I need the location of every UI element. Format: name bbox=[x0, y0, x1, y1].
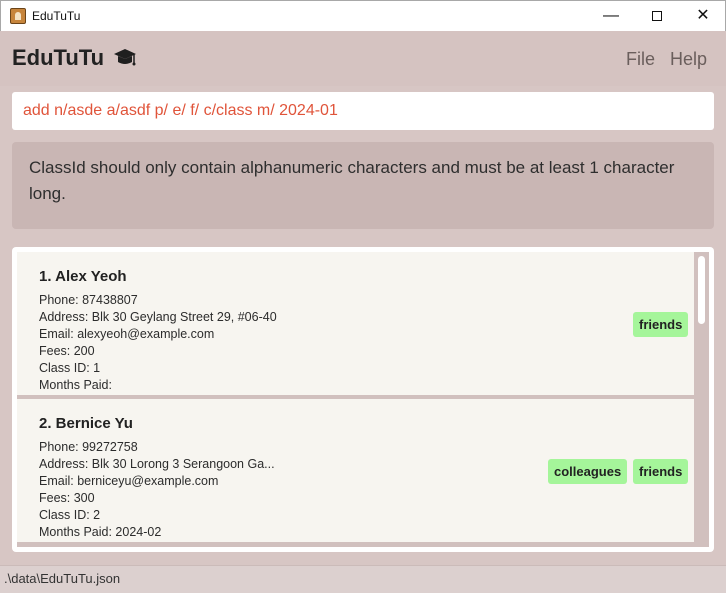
graduation-cap-icon bbox=[114, 49, 136, 66]
person-address: Address: Blk 30 Lorong 3 Serangoon Ga... bbox=[39, 457, 275, 471]
window-titlebar: EduTuTu — ✕ bbox=[0, 0, 726, 31]
person-name: 1. Alex Yeoh bbox=[39, 268, 127, 285]
menu-file[interactable]: File bbox=[626, 49, 655, 70]
scrollbar-thumb[interactable] bbox=[698, 256, 705, 324]
maximize-icon bbox=[652, 10, 662, 21]
person-months-paid: Months Paid: 2024-02 bbox=[39, 525, 162, 539]
person-card[interactable]: 1. Alex Yeoh Phone: 87438807 Address: Bl… bbox=[17, 252, 694, 395]
person-months-paid: Months Paid: bbox=[39, 378, 112, 392]
window-title: EduTuTu bbox=[32, 9, 81, 23]
close-button[interactable]: ✕ bbox=[680, 1, 726, 31]
result-display: ClassId should only contain alphanumeric… bbox=[12, 142, 714, 229]
person-list-panel: 1. Alex Yeoh Phone: 87438807 Address: Bl… bbox=[12, 247, 714, 552]
command-box bbox=[12, 92, 714, 130]
tag-friends: friends bbox=[633, 312, 689, 337]
person-email: Email: berniceyu@example.com bbox=[39, 474, 219, 488]
command-input[interactable] bbox=[12, 92, 714, 130]
person-name: 2. Bernice Yu bbox=[39, 415, 133, 432]
menu-bar: EduTuTu File Help bbox=[0, 31, 726, 86]
person-card[interactable]: 2. Bernice Yu Phone: 99272758 Address: B… bbox=[17, 399, 694, 542]
status-bar: .\data\EduTuTu.json bbox=[0, 565, 726, 593]
menu-help[interactable]: Help bbox=[670, 49, 707, 70]
person-phone: Phone: 99272758 bbox=[39, 440, 138, 454]
person-class-id: Class ID: 1 bbox=[39, 361, 101, 375]
maximize-button[interactable] bbox=[634, 1, 680, 31]
app-icon bbox=[10, 8, 26, 24]
person-phone: Phone: 87438807 bbox=[39, 293, 138, 307]
tag-colleagues: colleagues bbox=[548, 459, 628, 484]
person-address: Address: Blk 30 Geylang Street 29, #06-4… bbox=[39, 310, 277, 324]
person-list[interactable]: 1. Alex Yeoh Phone: 87438807 Address: Bl… bbox=[17, 252, 694, 547]
minimize-button[interactable]: — bbox=[588, 1, 634, 31]
save-location: .\data\EduTuTu.json bbox=[4, 571, 121, 586]
app-brand: EduTuTu bbox=[12, 45, 105, 70]
tag-friends: friends bbox=[633, 459, 689, 484]
person-email: Email: alexyeoh@example.com bbox=[39, 327, 215, 341]
person-class-id: Class ID: 2 bbox=[39, 508, 101, 522]
person-fees: Fees: 200 bbox=[39, 344, 95, 358]
person-fees: Fees: 300 bbox=[39, 491, 95, 505]
list-scrollbar[interactable] bbox=[694, 252, 709, 547]
